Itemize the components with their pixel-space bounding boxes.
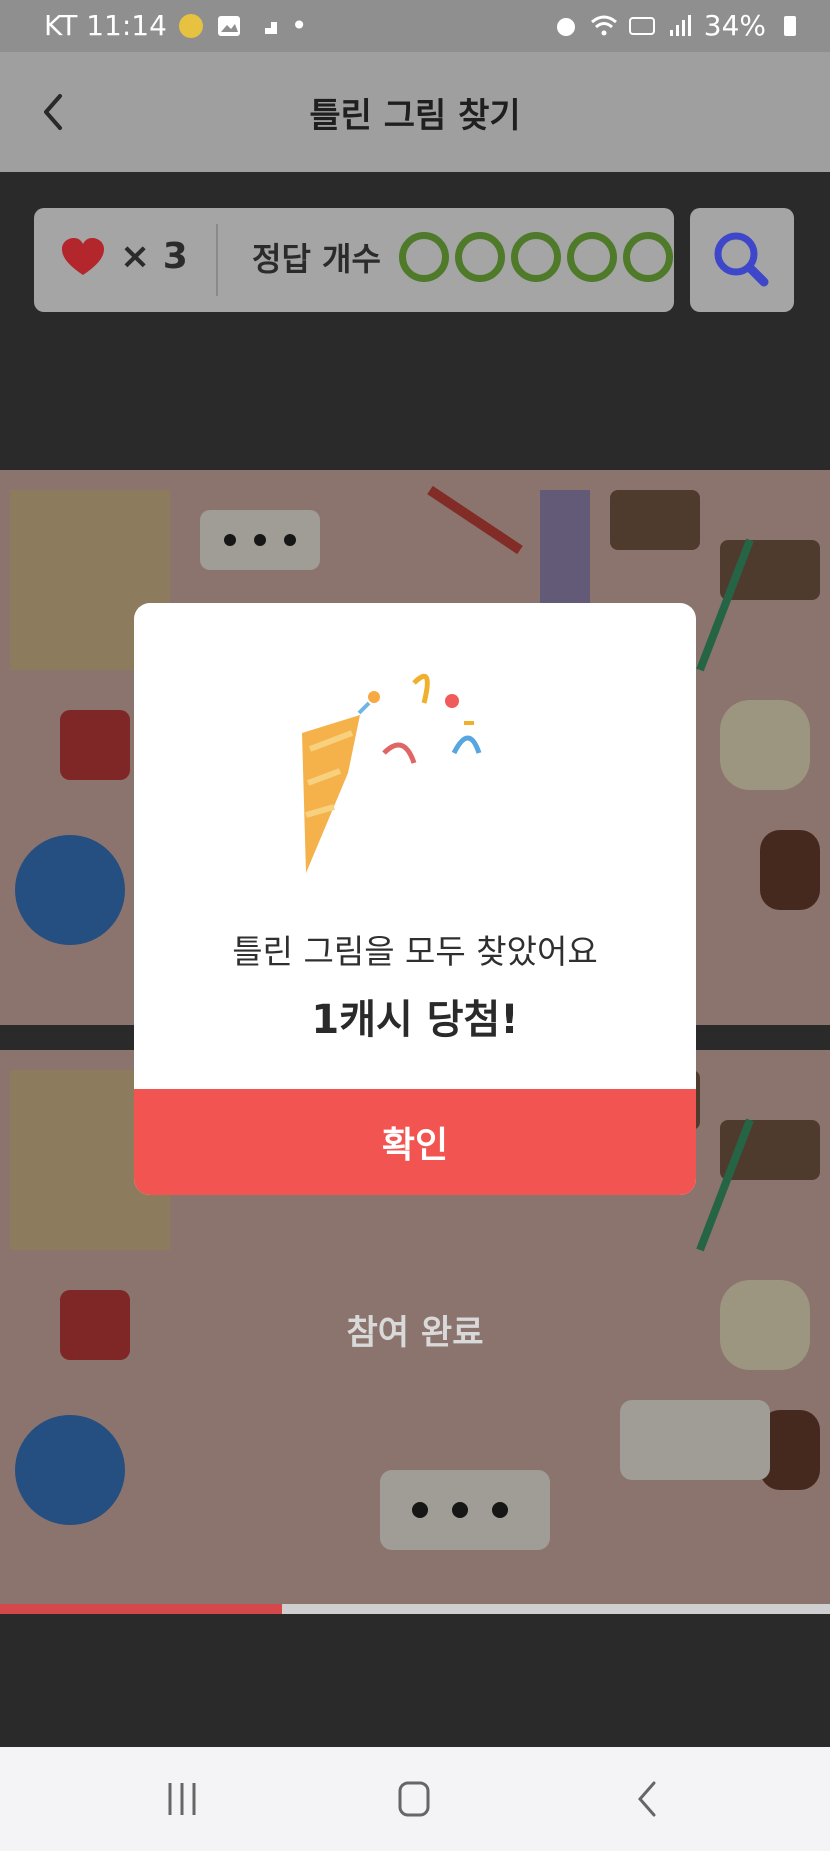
answers-label: 정답 개수 [252, 240, 381, 278]
wifi-icon [590, 15, 617, 35]
success-message: 틀린 그림을 모두 찾았어요 [232, 932, 598, 971]
answer-circles [398, 232, 673, 282]
answer-circle [398, 232, 449, 282]
heart-icon [62, 237, 104, 275]
back-nav-icon[interactable] [616, 1777, 676, 1821]
recents-icon[interactable] [152, 1777, 212, 1821]
app-bar: 틀린 그림 찾기 [0, 52, 830, 172]
page-title: 틀린 그림 찾기 [309, 96, 521, 136]
divider [216, 224, 218, 296]
progress-bar [0, 1604, 830, 1614]
progress-fill [0, 1604, 283, 1614]
battery-icon [784, 15, 796, 36]
dot-icon: • [290, 9, 308, 42]
home-icon[interactable] [384, 1777, 444, 1821]
notification-icon [178, 13, 203, 38]
game-status-panel: × 3 정답 개수 [34, 208, 674, 312]
status-bar: KT 11:14 • 34% [0, 0, 830, 52]
reward-text: 1캐시 당첨! [311, 997, 519, 1043]
participation-complete-label: 참여 완료 [346, 1313, 484, 1353]
answer-circle [454, 232, 505, 282]
signal-icon [669, 14, 691, 36]
search-icon [714, 232, 769, 287]
answer-counter: 정답 개수 [252, 232, 673, 282]
confirm-button[interactable]: 확인 [134, 1089, 696, 1195]
lives-count: × 3 [120, 236, 188, 277]
system-nav-bar [0, 1747, 830, 1851]
battery-text: 34% [703, 9, 766, 42]
answer-circle [510, 232, 561, 282]
carrier-time: KT 11:14 [44, 9, 167, 42]
steps-icon [256, 21, 277, 34]
hint-search-button[interactable] [690, 208, 794, 312]
success-dialog: 틀린 그림을 모두 찾았어요 1캐시 당첨! 확인 [134, 603, 696, 1195]
hd-icon [628, 16, 655, 35]
answer-circle [622, 232, 673, 282]
answer-circle [566, 232, 617, 282]
lives: × 3 [60, 236, 188, 277]
alarm-icon [556, 17, 575, 36]
party-popper-icon [302, 673, 482, 873]
gallery-icon [217, 15, 240, 36]
